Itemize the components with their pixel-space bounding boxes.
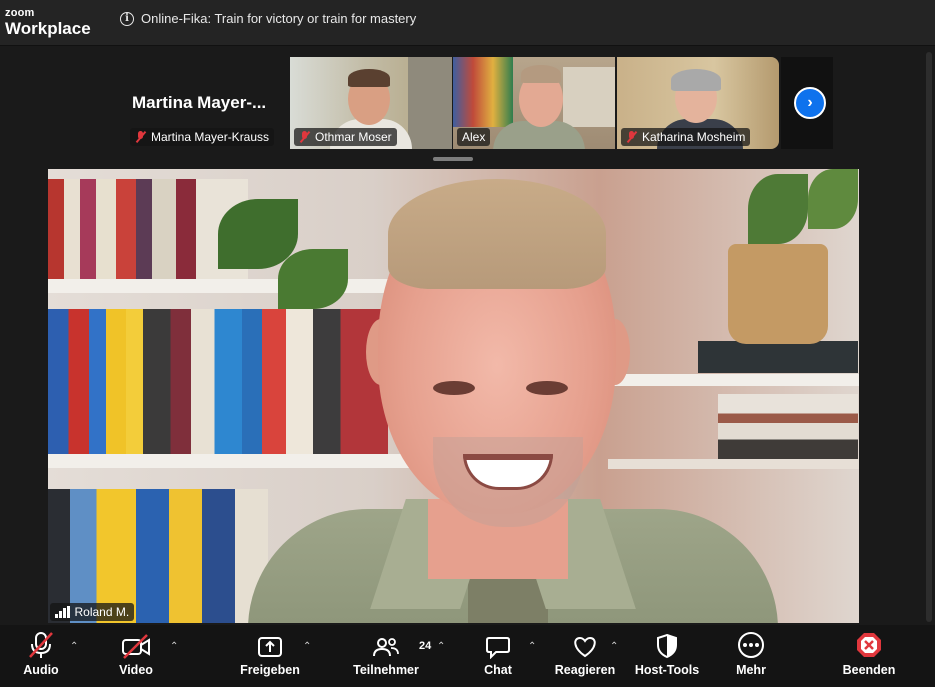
audio-button[interactable]: Audio [18,625,64,687]
title-bar: zoom Workplace i Online-Fika: Train for … [0,0,935,46]
muted-mic-icon [135,131,147,143]
speaker-name: Roland M. [74,605,130,619]
speaker-hair [388,179,606,289]
more-dots-icon [737,625,765,659]
speaker-name-badge: Roland M. [50,603,135,621]
chat-bubble-icon [485,625,511,659]
chat-options-caret[interactable]: ⌃ [528,641,536,652]
shelf-board [48,454,418,468]
end-meeting-button[interactable]: Beenden [840,625,898,687]
logo-zoom-text: zoom [5,7,35,19]
participant-name: Alex [462,130,486,144]
shield-icon [655,625,679,659]
host-tools-button[interactable]: Host-Tools [634,625,700,687]
participant-label: Othmar Moser [294,128,397,146]
participant-name: Othmar Moser [315,130,392,144]
participants-options-caret[interactable]: ⌃ [437,641,445,652]
more-button[interactable]: Mehr [730,625,772,687]
muted-microphone-icon [28,625,54,659]
more-label: Mehr [736,663,766,677]
connection-signal-icon [55,606,70,618]
plant-leaf [808,169,858,229]
book-sarkeboka [698,341,858,373]
video-off-icon [121,625,151,659]
participant-hair [348,69,390,87]
logo-workplace-text: Workplace [5,19,91,38]
video-label: Video [119,663,153,677]
participant-hair [671,69,721,91]
audio-label: Audio [23,663,59,677]
speaker-eye-right [526,381,568,395]
plant-leaf [748,174,808,244]
reactions-label: Reagieren [554,663,616,677]
participants-button[interactable]: 24 Teilnehmer [350,625,431,687]
end-label: Beenden [842,663,896,677]
participant-name: Katharina Mosheim [642,130,746,144]
gallery-resize-handle[interactable] [433,157,473,161]
meeting-info[interactable]: i Online-Fika: Train for victory or trai… [120,11,416,26]
audio-options-caret[interactable]: ⌃ [70,641,78,652]
reactions-button[interactable]: Reagieren [552,625,618,687]
participants-count: 24 [419,640,432,652]
plant-pot [728,244,828,344]
shelf-board [608,459,859,469]
muted-mic-icon [299,131,311,143]
video-button[interactable]: Video [112,625,160,687]
window-background [408,57,452,149]
books-right-shelf [718,394,858,459]
participant-tile-othmar[interactable]: Othmar Moser [290,57,452,149]
share-label: Freigeben [240,663,300,677]
participant-hair [521,65,561,83]
share-screen-icon [257,625,283,659]
shelf-board [608,374,859,386]
participants-icon: 24 [371,625,431,659]
share-screen-button[interactable]: Freigeben [238,625,302,687]
share-options-caret[interactable]: ⌃ [303,641,311,652]
reactions-options-caret[interactable]: ⌃ [610,641,618,652]
participant-label: Alex [457,128,491,146]
end-meeting-icon [855,625,883,659]
speaker-eye-left [433,381,475,395]
chevron-right-icon: › [807,94,813,111]
participant-label: Martina Mayer-Krauss [130,128,275,146]
shelf-background [563,67,615,127]
meeting-toolbar: Audio ⌃ Video ⌃ Freigeben ⌃ 24 Teilnehme… [0,625,935,687]
zoom-logo: zoom Workplace [5,7,91,38]
scrollbar[interactable] [926,52,932,622]
chat-label: Chat [484,663,512,677]
heart-icon [571,625,599,659]
meeting-title: Online-Fika: Train for victory or train … [141,11,417,26]
video-options-caret[interactable]: ⌃ [170,641,178,652]
participants-label: Teilnehmer [353,663,419,677]
bookshelf-background [453,57,513,127]
active-speaker-video[interactable] [48,169,859,623]
participant-label: Katharina Mosheim [621,128,751,146]
books-middle-shelf [48,309,388,454]
participant-tile-katharina[interactable]: Katharina Mosheim [617,57,779,149]
participant-tile-alex[interactable]: Alex [453,57,615,149]
gallery-next-button[interactable]: › [794,87,826,119]
plant-leaf [278,249,348,309]
participant-name: Martina Mayer-Krauss [151,130,270,144]
chat-button[interactable]: Chat [478,625,518,687]
participant-name-large: Martina Mayer-... [132,93,267,112]
host-tools-label: Host-Tools [634,663,700,677]
muted-mic-icon [626,131,638,143]
info-icon[interactable]: i [120,11,134,26]
